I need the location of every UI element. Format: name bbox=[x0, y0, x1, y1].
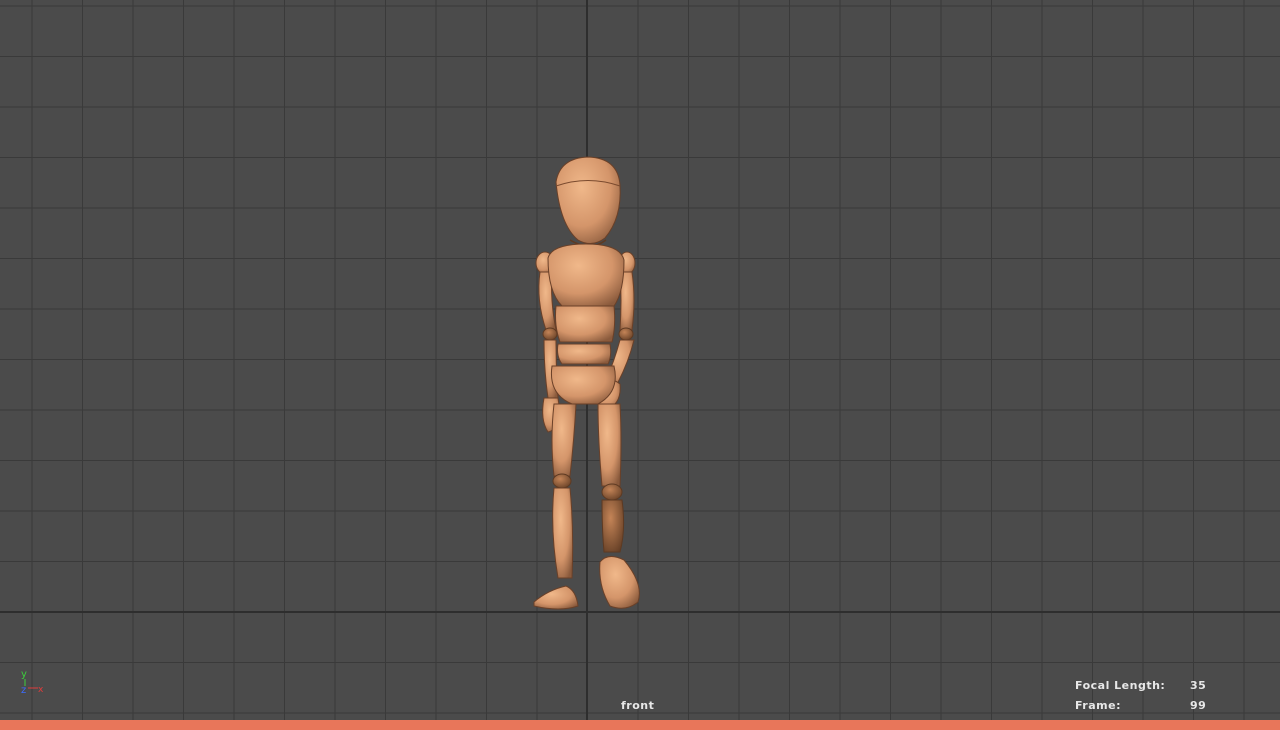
character-model[interactable] bbox=[0, 0, 1280, 720]
axis-y-label: y bbox=[21, 669, 27, 680]
timeline-bar[interactable] bbox=[0, 720, 1280, 730]
camera-name-label: front bbox=[621, 699, 655, 712]
frame-value: 99 bbox=[1190, 699, 1207, 712]
model-torso bbox=[547, 243, 625, 405]
axis-z-label: z bbox=[21, 685, 26, 696]
axis-gizmo: y z x bbox=[18, 668, 48, 698]
focal-length-label: Focal Length: bbox=[1075, 679, 1166, 692]
model-head bbox=[555, 156, 621, 247]
focal-length-value: 35 bbox=[1190, 679, 1207, 692]
model-legs bbox=[533, 403, 640, 610]
3d-viewport[interactable]: y z x front Focal Length: 35 Frame: 99 bbox=[0, 0, 1280, 720]
frame-label: Frame: bbox=[1075, 699, 1121, 712]
axis-x-label: x bbox=[38, 685, 44, 695]
